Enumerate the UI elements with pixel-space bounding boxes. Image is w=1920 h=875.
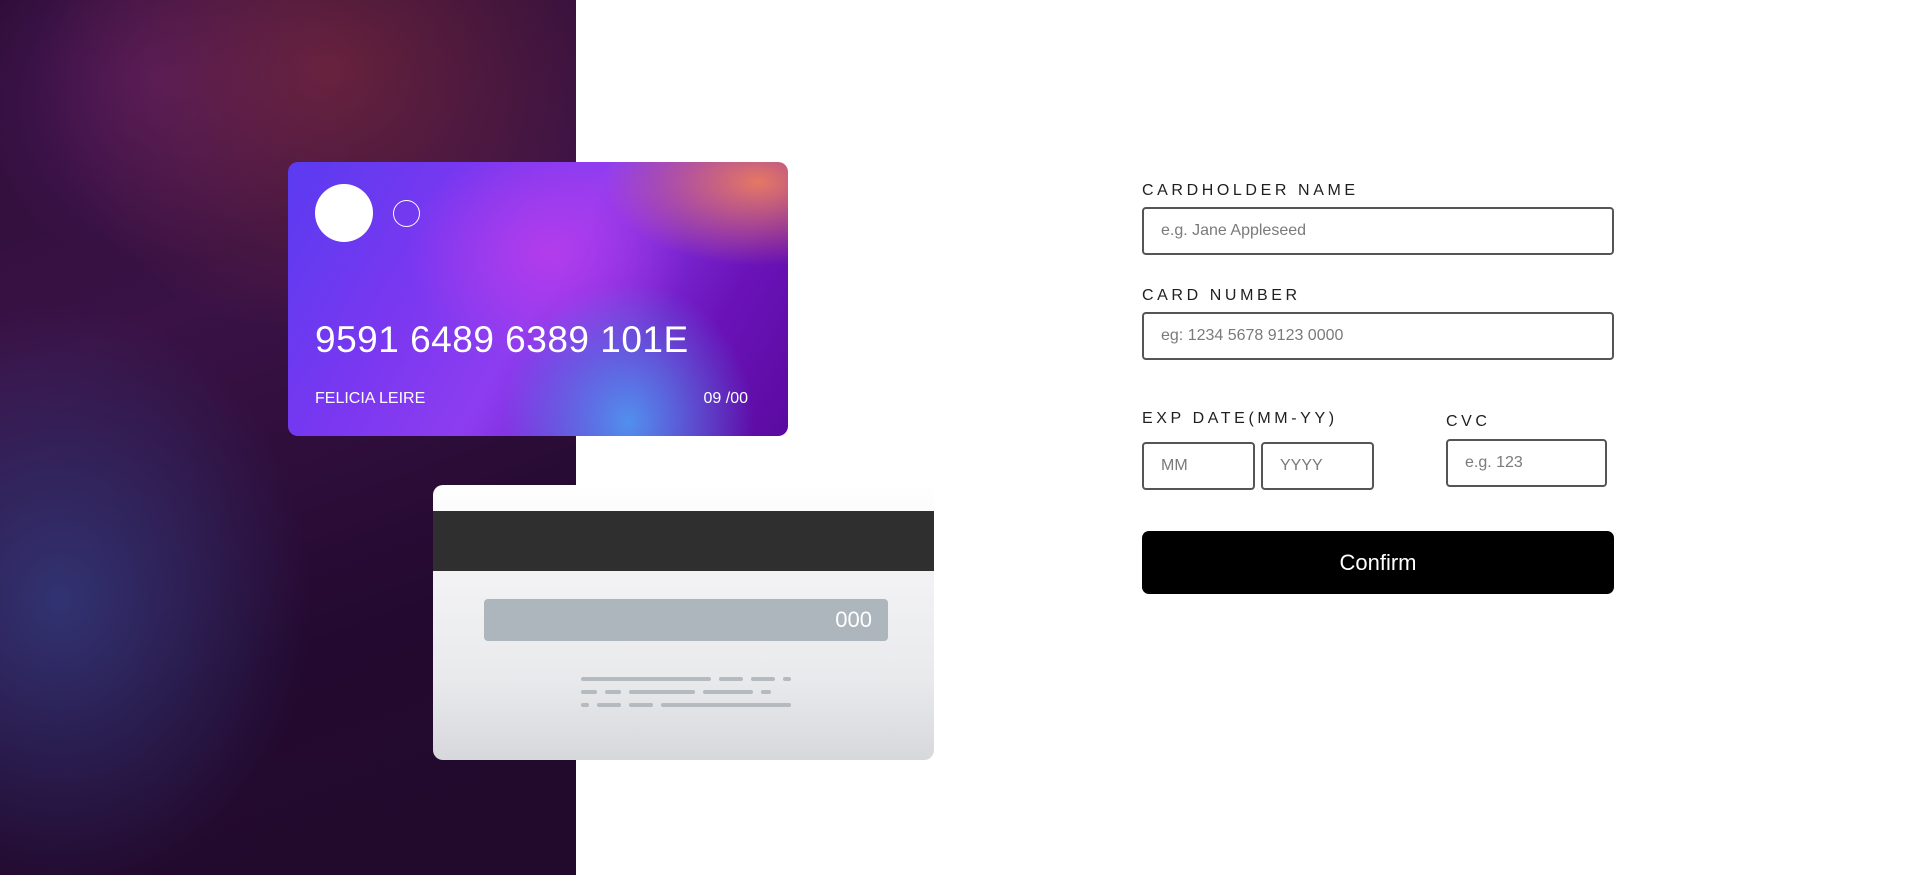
card-holder-display: FELICIA LEIRE	[315, 390, 426, 407]
cvc-input[interactable]	[1446, 439, 1607, 487]
card-number-display: 9591 6489 6389 101E	[315, 319, 689, 360]
cvc-label: CVC	[1446, 413, 1491, 430]
signature-strip: 000	[484, 599, 888, 641]
card-cvc-display: 000	[835, 607, 872, 632]
exp-year-input[interactable]	[1261, 442, 1374, 490]
card-logo-circle-large	[315, 184, 373, 242]
card-exp-display: 09 /00	[703, 390, 748, 407]
card-back-decorative-lines	[581, 677, 791, 716]
card-front: 9591 6489 6389 101E FELICIA LEIRE 09 /00	[288, 162, 788, 436]
card-logo-circle-small	[393, 200, 420, 227]
card-number-input[interactable]	[1142, 312, 1614, 360]
exp-date-label: EXP DATE(MM-YY)	[1142, 410, 1338, 427]
confirm-button[interactable]: Confirm	[1142, 531, 1614, 594]
exp-month-input[interactable]	[1142, 442, 1255, 490]
cardholder-name-input[interactable]	[1142, 207, 1614, 255]
card-number-label: CARD NUMBER	[1142, 287, 1301, 304]
cardholder-name-label: CARDHOLDER NAME	[1142, 182, 1359, 199]
card-back: 000	[433, 485, 934, 760]
magnetic-stripe	[433, 511, 934, 571]
